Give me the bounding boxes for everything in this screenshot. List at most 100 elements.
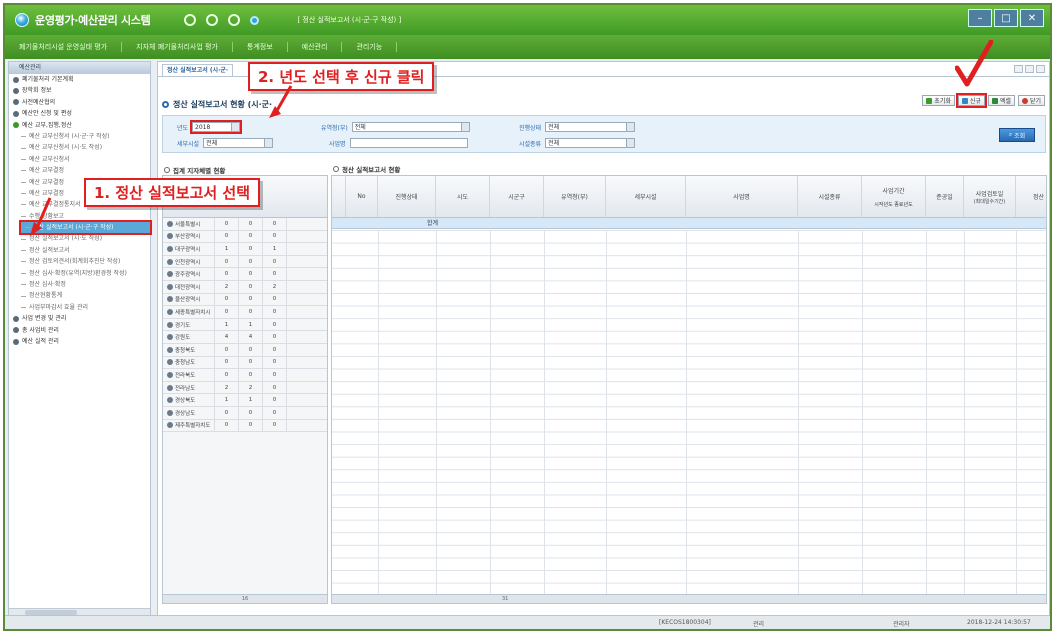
plus-circle-icon[interactable] [167, 359, 173, 366]
tab-prev-icon[interactable] [1014, 65, 1023, 73]
sidebar-item[interactable]: 장학회 정보 [9, 85, 150, 96]
new-button[interactable]: 신규 [955, 93, 987, 108]
sidebar-item[interactable]: 총 사업비 관리 [9, 325, 150, 336]
plus-circle-icon[interactable] [167, 334, 173, 341]
menu-item-statistics[interactable]: 통계정보 [233, 42, 288, 52]
plus-circle-icon[interactable] [167, 233, 173, 240]
sidebar-item[interactable]: 예산 실적 관리 [9, 336, 150, 347]
column-header[interactable]: 시설종류 [798, 176, 862, 217]
table-row[interactable]: 충청남도 0 0 0 [163, 356, 327, 370]
table-row[interactable]: 경기도 1 1 0 [163, 318, 327, 332]
type-value: 전체 [548, 140, 560, 147]
chevron-down-icon[interactable] [460, 123, 469, 131]
close-window-button[interactable]: ✕ [1020, 9, 1044, 27]
sidebar-item[interactable]: 예산 교부결정 [9, 165, 150, 176]
reset-button[interactable]: 초기화 [922, 95, 955, 106]
sidebar-item[interactable]: 정산현황통계 [9, 290, 150, 301]
count-cell: 2 [215, 280, 239, 293]
sidebar-item[interactable]: 정산 심사·확정(유역(지방)환경청 작성) [9, 268, 150, 279]
type-select[interactable]: 전체 [545, 138, 636, 148]
status-select[interactable]: 전체 [545, 122, 636, 132]
sidebar-item[interactable]: 사전예산협의 [9, 97, 150, 108]
office-select[interactable]: 전체 [351, 122, 470, 132]
column-header[interactable]: 세부시설 [606, 176, 686, 217]
minimize-button[interactable]: – [968, 9, 992, 27]
table-row[interactable]: 대구광역시 1 0 1 [163, 243, 327, 256]
search-button[interactable]: ⌕ 조회 [999, 128, 1035, 142]
table-row[interactable]: 전라남도 2 2 0 [163, 381, 327, 395]
menu-item-admin[interactable]: 관리기능 [342, 42, 398, 52]
plus-circle-icon[interactable] [167, 258, 173, 265]
info-icon[interactable] [250, 15, 260, 25]
tab-close-icon[interactable] [1036, 65, 1045, 73]
column-header[interactable]: 사업기간 시작년도 종료년도 [862, 176, 926, 217]
plus-circle-icon[interactable] [167, 308, 173, 315]
table-row[interactable]: 충청북도 0 0 0 [163, 343, 327, 357]
plus-circle-icon[interactable] [167, 371, 173, 378]
chevron-down-icon[interactable] [626, 123, 635, 131]
count-cell: 1 [263, 243, 287, 255]
table-row[interactable]: 부산광역시 0 0 0 [163, 230, 327, 244]
column-header-label: 시도 [456, 194, 469, 201]
column-header[interactable]: 사업명 [686, 176, 798, 217]
table-row[interactable]: 강원도 4 4 0 [163, 331, 327, 344]
table-row[interactable]: 경상북도 1 1 0 [163, 394, 327, 407]
plus-circle-icon[interactable] [167, 245, 173, 252]
settings-icon[interactable] [228, 14, 241, 26]
plus-circle-icon[interactable] [167, 384, 173, 391]
table-row[interactable]: 전라북도 0 0 0 [163, 369, 327, 382]
tab-settlement-report[interactable]: 정산 실적보고서 (시·군· [162, 64, 234, 76]
refresh-icon[interactable] [206, 14, 219, 26]
column-header[interactable]: No [346, 176, 378, 217]
column-header[interactable]: 시군구 [490, 176, 544, 217]
chevron-down-icon[interactable] [264, 139, 273, 147]
sidebar-item[interactable]: 예산 교부신청서 (시·도 작성) [9, 142, 150, 153]
plus-circle-icon[interactable] [167, 271, 173, 278]
sidebar-item[interactable]: 사업 변경 및 관리 [9, 313, 150, 324]
sidebar-item[interactable]: 폐기물처리 기본계획 [9, 74, 150, 85]
sidebar-item[interactable]: 정산 실적보고서 [9, 245, 150, 256]
column-header[interactable]: 사업검토일 (최대일수기간) [964, 176, 1016, 217]
menu-item-facility-eval[interactable]: 폐기물처리시설 운영실태 평가 [5, 42, 123, 52]
plus-circle-icon[interactable] [167, 346, 173, 353]
menu-item-local-eval[interactable]: 지자체 폐기물처리사업 평가 [122, 42, 233, 52]
column-header[interactable]: 준공일 [926, 176, 964, 217]
plus-circle-icon[interactable] [167, 296, 173, 303]
table-row[interactable]: 인천광역시 0 0 0 [163, 255, 327, 269]
tab-next-icon[interactable] [1025, 65, 1034, 73]
table-row[interactable]: 서울특별시 0 0 0 [163, 218, 327, 231]
plus-circle-icon[interactable] [167, 321, 173, 328]
year-select[interactable]: 2018 [190, 120, 243, 134]
column-header[interactable]: 시도 [436, 176, 490, 217]
sidebar-item[interactable]: 예산 교부신청서 [9, 154, 150, 165]
close-button[interactable]: 닫기 [1017, 95, 1045, 106]
menu-item-budget[interactable]: 예산관리 [288, 42, 343, 52]
plus-circle-icon[interactable] [167, 409, 173, 416]
chevron-down-icon[interactable] [626, 139, 635, 147]
table-row[interactable]: 제주특별자치도 0 0 0 [163, 419, 327, 433]
column-header[interactable]: 정산 [1016, 176, 1046, 217]
maximize-button[interactable]: □ [994, 9, 1018, 27]
column-header[interactable]: 진행상태 [378, 176, 436, 217]
sidebar-item[interactable]: 예산 교부,집행,정산 [9, 120, 150, 131]
table-row[interactable]: 울산광역시 0 0 0 [163, 293, 327, 307]
table-row[interactable]: 광주광역시 0 0 0 [163, 268, 327, 281]
excel-button[interactable]: 엑셀 [987, 95, 1015, 106]
plus-circle-icon[interactable] [167, 397, 173, 404]
project-input[interactable] [349, 138, 468, 148]
table-row[interactable]: 대전광역시 2 0 2 [163, 280, 327, 294]
table-row[interactable]: 경상남도 0 0 0 [163, 406, 327, 420]
sidebar-item[interactable]: 예산안 신청 및 편성 [9, 108, 150, 119]
sidebar-item[interactable]: 정산 검토의견서(회계회추진단 작성) [9, 256, 150, 267]
plus-circle-icon[interactable] [167, 220, 173, 227]
sidebar-item[interactable]: 사업부마감서 효율 관리 [9, 302, 150, 313]
year-spinner-icon[interactable] [231, 123, 240, 131]
sidebar-item[interactable]: 예산 교부신청서 (시·군·구 작성) [9, 131, 150, 142]
sidebar-item[interactable]: 정산 심사·확정 [9, 279, 150, 290]
plus-circle-icon[interactable] [167, 422, 173, 429]
facility-select[interactable]: 전체 [203, 138, 274, 148]
table-row[interactable]: 세종특별자치시 0 0 0 [163, 306, 327, 319]
column-header[interactable]: 유역청(부) [544, 176, 606, 217]
home-icon[interactable] [184, 14, 197, 26]
plus-circle-icon[interactable] [167, 283, 173, 290]
